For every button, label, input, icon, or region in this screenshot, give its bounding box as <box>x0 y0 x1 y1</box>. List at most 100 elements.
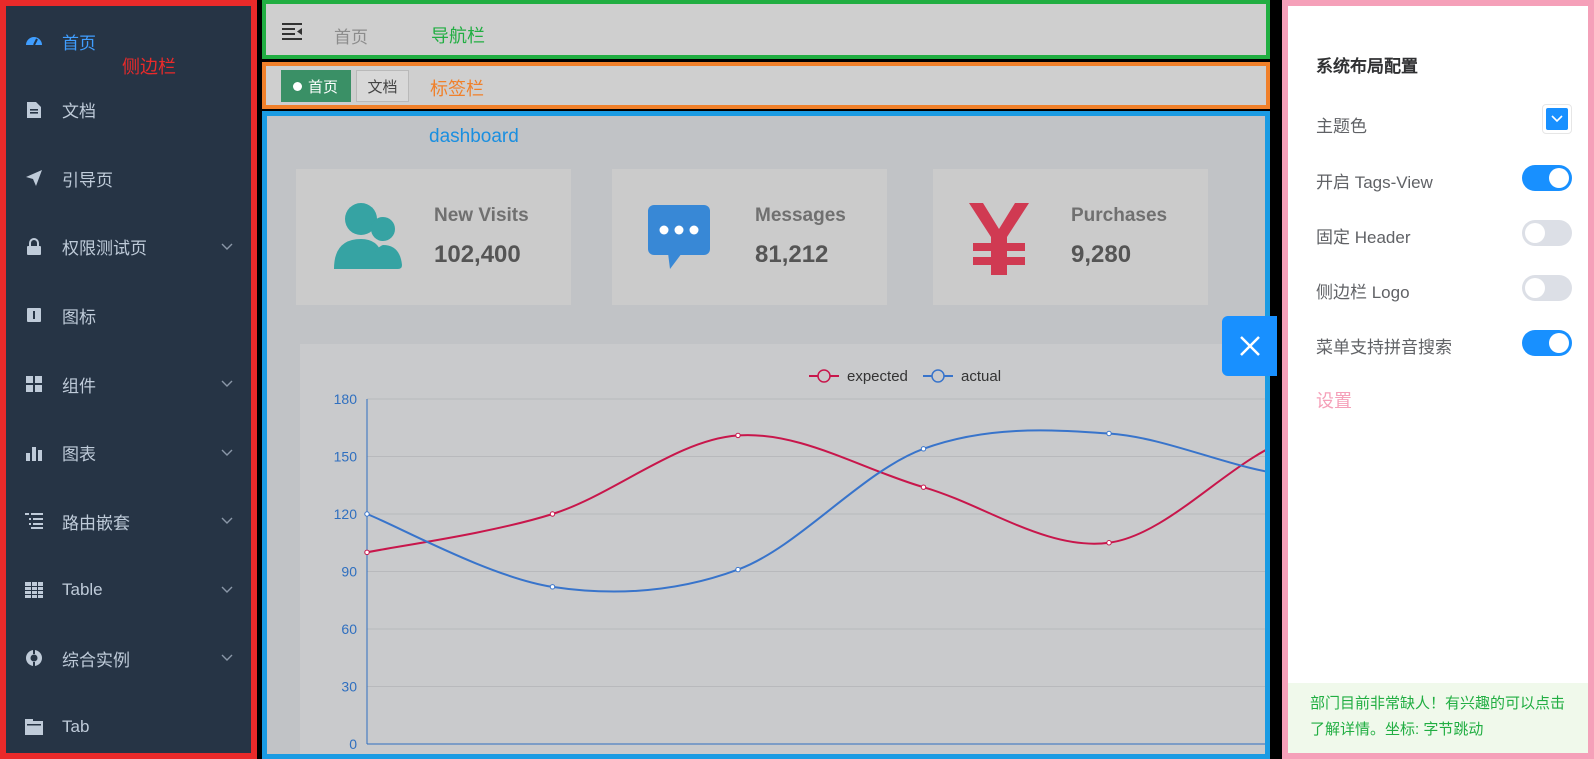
setting-switch[interactable] <box>1522 330 1572 356</box>
data-point-expected <box>920 484 927 490</box>
sidebar-item-9[interactable]: Table <box>6 570 251 610</box>
sidebar-annotation: 侧边栏 <box>122 57 176 77</box>
sidebar-item-7[interactable]: 图表 <box>6 433 251 473</box>
setting-switch[interactable] <box>1522 220 1572 246</box>
y-tick-label: 30 <box>341 679 357 695</box>
chevron-down-icon <box>221 654 233 662</box>
tag-home[interactable]: 首页 <box>281 70 351 102</box>
peoples-icon <box>334 203 402 269</box>
sidebar-item-label: Table <box>62 579 103 599</box>
sidebar-item-label: 组件 <box>62 376 96 396</box>
message-icon <box>648 205 710 269</box>
y-tick-label: 60 <box>341 621 357 637</box>
main-content: dashboard New Visits 102,400 Messages 81… <box>262 111 1270 759</box>
tab-icon <box>24 717 44 737</box>
legend-marker-expected <box>817 369 831 383</box>
sidebar-item-3[interactable]: 引导页 <box>6 158 251 198</box>
chevron-down-icon <box>221 243 233 250</box>
setting-row-4: 菜单支持拼音搜索 <box>1316 330 1586 358</box>
tag-label: 文档 <box>367 78 398 96</box>
card-title: New Visits <box>434 205 529 226</box>
notice-text: 部门目前非常缺人！有兴趣的可以点击了解详情。坐标: 字节跳动 <box>1310 695 1566 738</box>
card-messages[interactable]: Messages 81,212 <box>612 169 887 305</box>
card-value: 9,280 <box>1071 241 1132 268</box>
legend-label: actual <box>961 368 1001 385</box>
chart-icon <box>24 443 44 463</box>
data-point-expected <box>364 549 370 556</box>
sidebar-item-label: 综合实例 <box>62 650 130 670</box>
tagsbar-annotation: 标签栏 <box>430 79 484 99</box>
card-title: Messages <box>755 205 846 226</box>
navbar: 首页 导航栏 <box>262 0 1270 59</box>
recruit-notice[interactable]: 部门目前非常缺人！有兴趣的可以点击了解详情。坐标: 字节跳动 <box>1288 683 1588 753</box>
sidebar: 首页文档引导页权限测试页图标组件图表路由嵌套 Table 综合实例 Tab 侧边栏 <box>0 0 257 759</box>
data-point-actual <box>364 511 370 517</box>
card-title: Purchases <box>1071 205 1168 226</box>
sidebar-item-label: 首页 <box>62 33 96 53</box>
lock-icon <box>24 237 44 257</box>
setting-row-3: 侧边栏 Logo <box>1316 275 1586 303</box>
data-point-actual <box>549 584 556 590</box>
sidebar-item-11[interactable]: Tab <box>6 707 251 747</box>
breadcrumb[interactable]: 首页 <box>334 23 368 48</box>
settings-annotation: 设置 <box>1316 391 1352 411</box>
card-value: 81,212 <box>755 241 829 268</box>
sidebar-item-label: 路由嵌套 <box>62 513 130 533</box>
card-new-visits[interactable]: New Visits 102,400 <box>296 169 571 305</box>
line-chart-svg: 0 30 60 90 120 150 180 expected actual <box>334 368 1265 752</box>
chevron-down-icon <box>221 517 233 525</box>
nested-icon <box>24 511 44 531</box>
sidebar-item-label: 权限测试页 <box>62 239 147 259</box>
sidebar-item-5[interactable]: 图标 <box>6 295 251 335</box>
chevron-down-icon <box>221 449 233 456</box>
navbar-annotation: 导航栏 <box>431 26 485 46</box>
money-icon <box>969 203 1029 275</box>
legend-label: expected <box>847 368 908 385</box>
icon-icon <box>24 305 44 325</box>
card-value: 102,400 <box>434 241 521 268</box>
sidebar-item-label: 引导页 <box>62 170 113 190</box>
line-chart: 0 30 60 90 120 150 180 expected actual <box>300 344 1265 754</box>
guide-icon <box>24 168 44 188</box>
sidebar-item-2[interactable]: 文档 <box>6 90 251 130</box>
close-icon <box>1239 336 1260 356</box>
data-point-actual <box>735 566 741 573</box>
sidebar-item-label: 文档 <box>62 102 96 122</box>
y-tick-label: 120 <box>334 506 358 522</box>
sidebar-item-label: 图表 <box>62 445 96 465</box>
close-settings-button[interactable] <box>1222 316 1277 376</box>
legend-marker-actual <box>931 369 945 383</box>
setting-switch[interactable] <box>1522 275 1572 301</box>
setting-label: 菜单支持拼音搜索 <box>1316 338 1452 357</box>
sidebar-item-label: Tab <box>62 717 90 736</box>
data-point-expected <box>735 432 741 439</box>
data-point-expected <box>549 511 556 517</box>
active-dot-icon <box>293 81 302 91</box>
card-purchases[interactable]: Purchases 9,280 <box>933 169 1208 305</box>
theme-color-label: 主题色 <box>1316 117 1367 136</box>
chevron-down-icon <box>221 586 233 593</box>
hamburger-icon[interactable] <box>282 22 304 40</box>
y-tick-label: 90 <box>341 564 357 580</box>
sidebar-item-4[interactable]: 权限测试页 <box>6 227 251 267</box>
sidebar-item-10[interactable]: 综合实例 <box>6 638 251 678</box>
data-point-actual <box>920 446 927 452</box>
table-icon <box>24 580 44 600</box>
dashboard-annotation: dashboard <box>429 126 519 147</box>
tag-docs[interactable]: 文档 <box>356 70 409 102</box>
theme-color-picker[interactable] <box>1542 104 1572 134</box>
switch-knob <box>1549 168 1569 188</box>
example-icon <box>24 648 44 668</box>
switch-knob <box>1525 223 1545 243</box>
chevron-down-icon <box>1551 115 1563 123</box>
sidebar-item-8[interactable]: 路由嵌套 <box>6 501 251 541</box>
document-icon <box>24 100 44 120</box>
setting-switch[interactable] <box>1522 165 1572 191</box>
sidebar-item-label: 图标 <box>62 307 96 327</box>
tags-view: 首页 文档 标签栏 <box>262 62 1270 109</box>
switch-knob <box>1525 278 1545 298</box>
setting-row-1: 开启 Tags-View <box>1316 165 1586 193</box>
data-point-actual <box>1106 430 1112 437</box>
sidebar-item-6[interactable]: 组件 <box>6 364 251 404</box>
app-root: 首页 文档 引导页 权限测试页 图标 组件 图表 路由嵌套 Table 综合实例 Tab 侧边栏 首… <box>0 0 1594 759</box>
